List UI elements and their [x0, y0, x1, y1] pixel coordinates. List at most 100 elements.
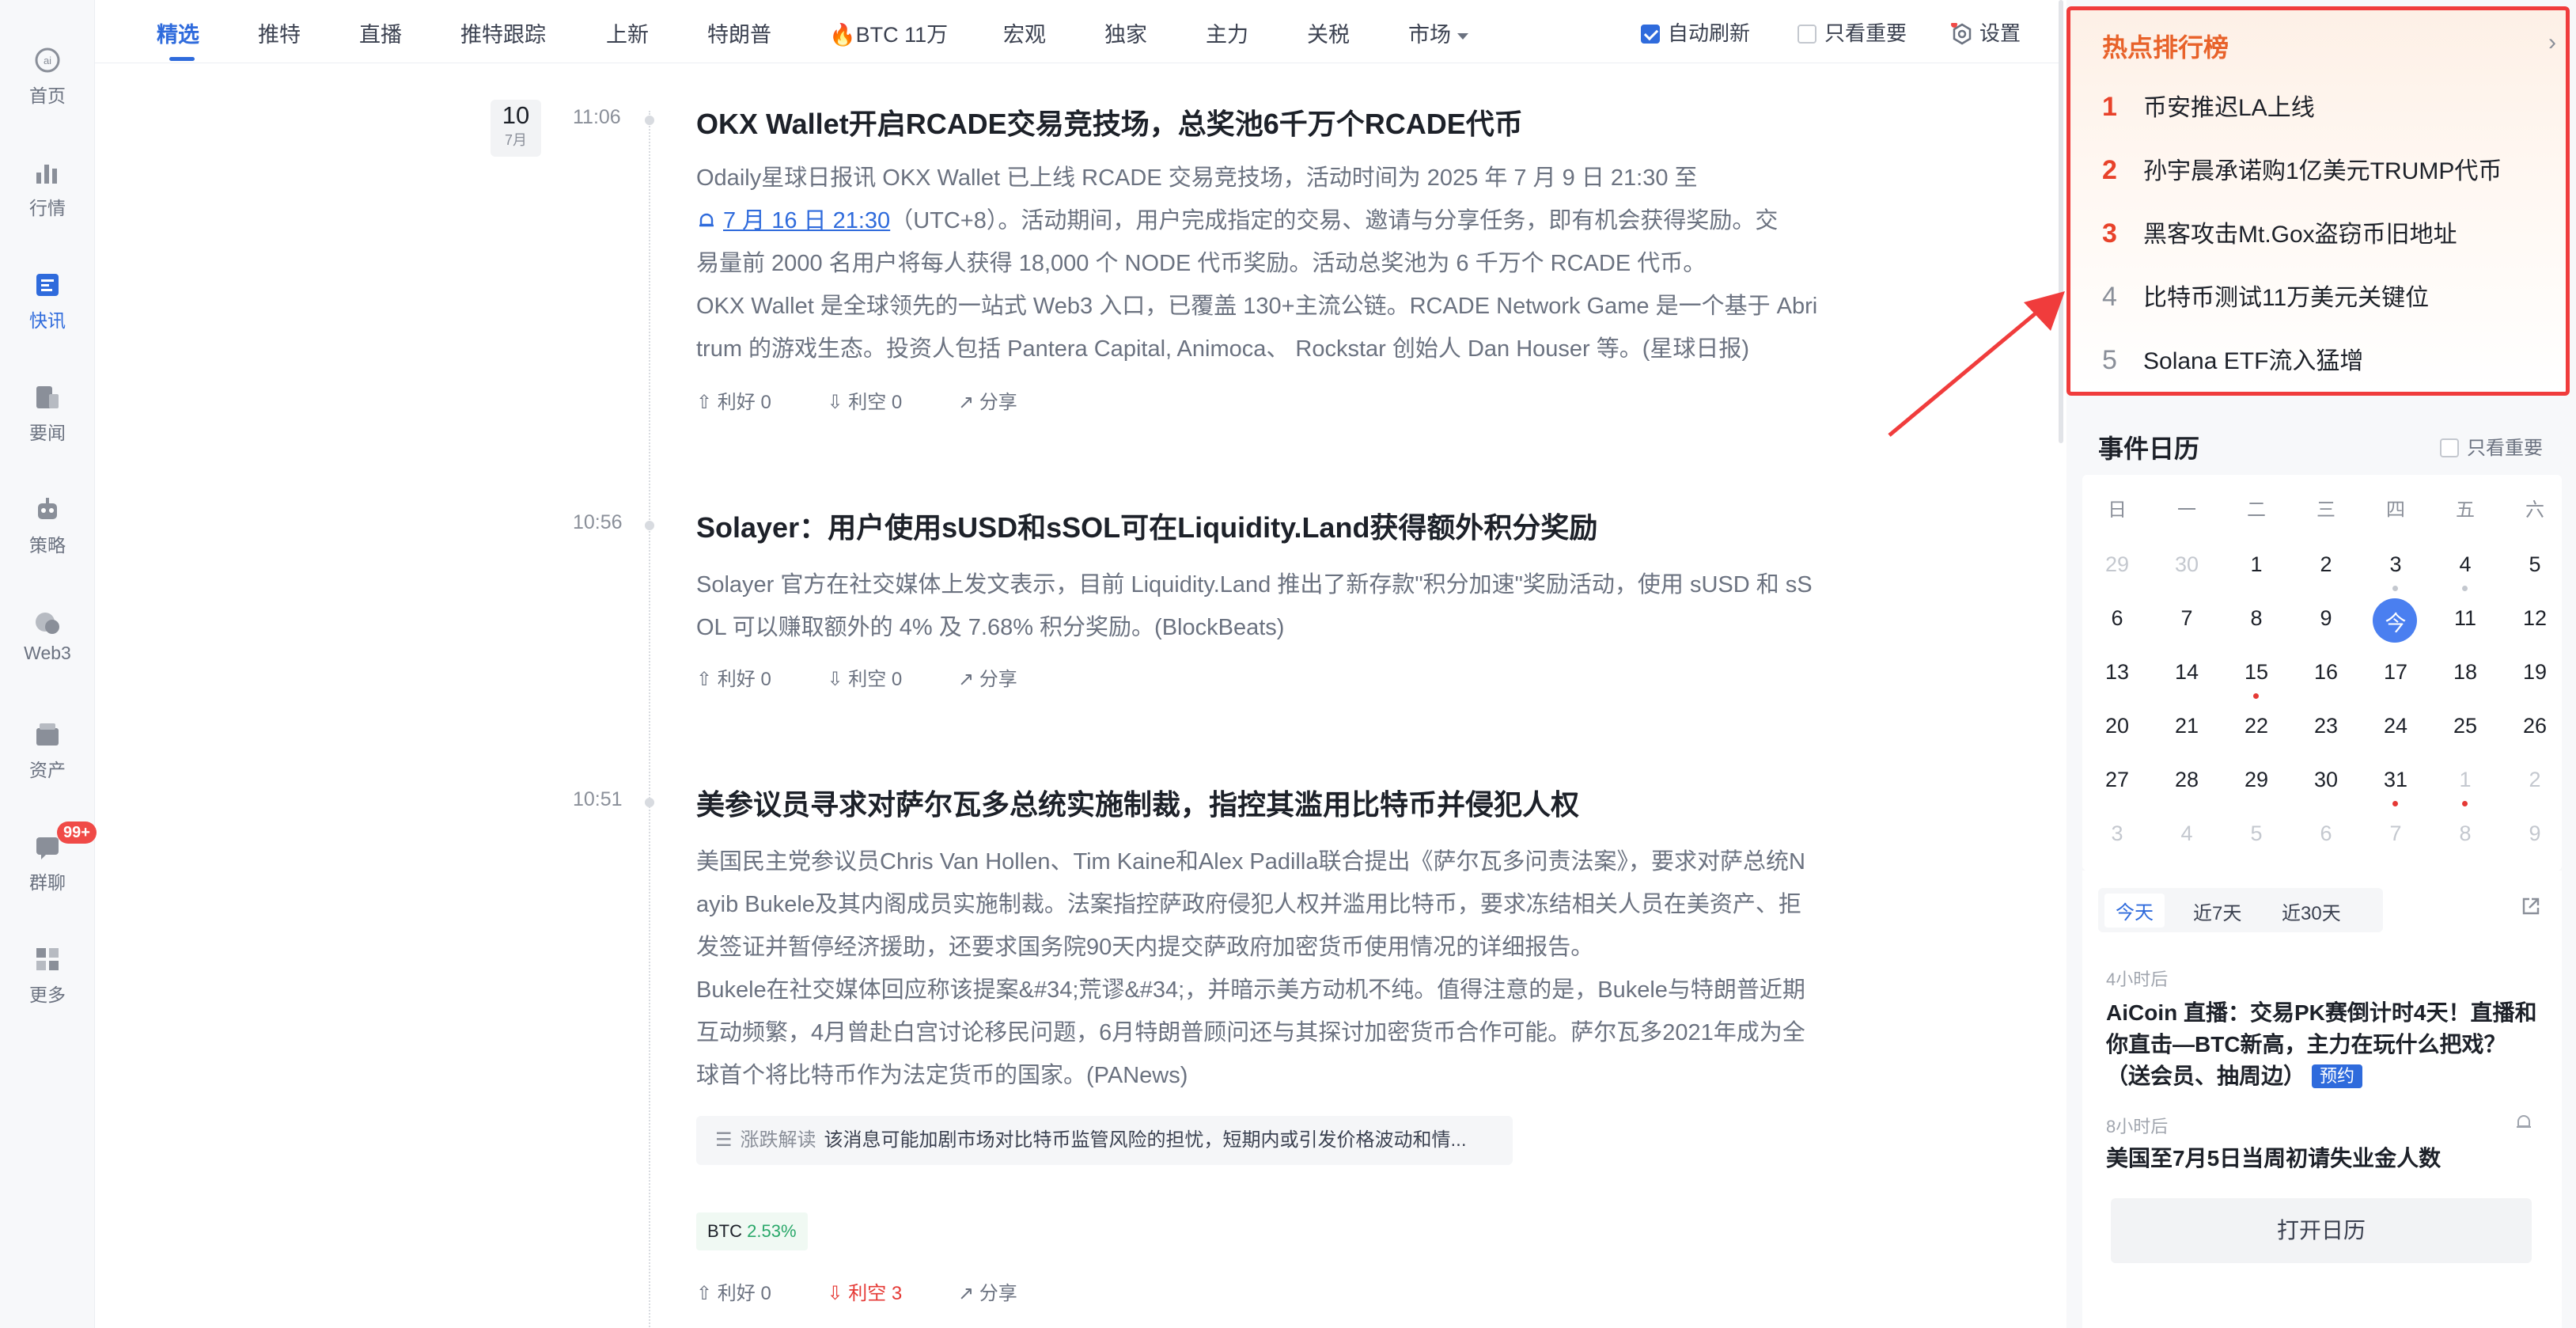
calendar-day[interactable]: 28 — [2155, 768, 2218, 792]
calendar-day[interactable]: 21 — [2155, 714, 2218, 738]
external-link-icon[interactable] — [2521, 896, 2541, 916]
price-analysis-bar[interactable]: ☰ 涨跌解读 该消息可能加剧市场对比特币监管风险的担忧，短期内或引发价格波动和情..… — [696, 1116, 1513, 1165]
settings-button[interactable]: 设置 — [1951, 17, 2021, 47]
calendar-day[interactable]: 25 — [2434, 714, 2497, 738]
tab-twitter[interactable]: 推特 — [258, 17, 301, 48]
calendar-day[interactable]: 23 — [2294, 714, 2358, 738]
calendar-day[interactable]: 9 — [2503, 821, 2567, 846]
calendar-day[interactable]: 8 — [2434, 821, 2497, 846]
coin-tag-btc[interactable]: BTC 2.53% — [696, 1212, 808, 1250]
tab-macro[interactable]: 宏观 — [1003, 17, 1046, 48]
event-title[interactable]: AiCoin 直播：交易PK赛倒计时4天！直播和你直击—BTC新高，主力在玩什么… — [2106, 997, 2549, 1092]
calendar-day[interactable]: 2 — [2294, 552, 2358, 577]
nav-item-chat[interactable]: 99+ 群聊 — [0, 821, 97, 894]
calendar-day[interactable]: 6 — [2294, 821, 2358, 846]
tab-btc-110k[interactable]: 🔥BTC 11万 — [829, 17, 948, 48]
calendar-day[interactable]: 7 — [2155, 606, 2218, 631]
hot-item[interactable]: 3 黑客攻击Mt.Gox盗窃币旧地址 — [2102, 214, 2457, 249]
tab-today[interactable]: 今天 — [2104, 894, 2165, 928]
calendar-day[interactable]: 14 — [2155, 660, 2218, 685]
calendar-day[interactable]: 18 — [2434, 660, 2497, 685]
news-title[interactable]: OKX Wallet开启RCADE交易竞技场，总奖池6千万个RCADE代币 — [696, 101, 1523, 142]
tab-tariffs[interactable]: 关税 — [1307, 17, 1350, 48]
hot-ranking-title[interactable]: 热点排行榜 — [2102, 28, 2229, 64]
calendar-day[interactable]: 5 — [2225, 821, 2288, 846]
calendar-day[interactable]: 7 — [2364, 821, 2427, 846]
nav-item-flash-news[interactable]: 快讯 — [0, 269, 95, 332]
calendar-day[interactable]: 2 — [2503, 768, 2567, 792]
calendar-day[interactable]: 19 — [2503, 660, 2567, 685]
share-button[interactable]: ↗ 分享 — [958, 1277, 1017, 1305]
calendar-day[interactable]: 5 — [2503, 552, 2567, 577]
alarm-bell-icon[interactable] — [696, 211, 717, 231]
news-title[interactable]: 美参议员寻求对萨尔瓦多总统实施制裁，指控其滥用比特币并侵犯人权 — [696, 782, 1579, 823]
calendar-day-today[interactable]: 今 — [2364, 606, 2427, 637]
hot-item[interactable]: 1 币安推迟LA上线 — [2102, 88, 2315, 123]
chevron-right-icon[interactable]: › — [2548, 29, 2556, 56]
auto-refresh-toggle[interactable]: 自动刷新 — [1641, 17, 1750, 47]
calendar-day[interactable]: 15 — [2225, 660, 2288, 685]
tab-whales[interactable]: 主力 — [1206, 17, 1248, 48]
nav-item-more[interactable]: 更多 — [0, 943, 95, 1007]
hot-item[interactable]: 2 孙宇晨承诺购1亿美元TRUMP代币 — [2102, 151, 2502, 186]
calendar-day[interactable]: 29 — [2085, 552, 2149, 577]
calendar-day[interactable]: 4 — [2155, 821, 2218, 846]
calendar-day[interactable]: 13 — [2085, 660, 2149, 685]
calendar-day[interactable]: 22 — [2225, 714, 2288, 738]
event-title[interactable]: 美国至7月5日当周初请失业金人数 — [2106, 1143, 2549, 1174]
calendar-day[interactable]: 27 — [2085, 768, 2149, 792]
open-calendar-button[interactable]: 打开日历 — [2111, 1198, 2532, 1263]
calendar-day[interactable]: 17 — [2364, 660, 2427, 685]
nav-item-web3[interactable]: Web3 — [0, 606, 95, 664]
nav-item-home[interactable]: ai 首页 — [0, 44, 95, 108]
calendar-day[interactable]: 9 — [2294, 606, 2358, 631]
tab-7-days[interactable]: 近7天 — [2193, 897, 2241, 925]
calendar-day[interactable]: 11 — [2434, 606, 2497, 631]
calendar-day[interactable]: 30 — [2294, 768, 2358, 792]
auto-refresh-checkbox[interactable] — [1641, 25, 1660, 44]
hot-item[interactable]: 4 比特币测试11万美元关键位 — [2102, 278, 2429, 313]
tab-new-listings[interactable]: 上新 — [606, 17, 649, 48]
share-button[interactable]: ↗ 分享 — [958, 663, 1017, 691]
tab-exclusive[interactable]: 独家 — [1104, 17, 1147, 48]
calendar-only-important-checkbox[interactable] — [2440, 438, 2459, 457]
share-button[interactable]: ↗ 分享 — [958, 386, 1017, 414]
calendar-day[interactable]: 24 — [2364, 714, 2427, 738]
tab-twitter-tracking[interactable]: 推特跟踪 — [460, 17, 546, 48]
bullish-button[interactable]: ⇧ 利好 0 — [696, 386, 771, 414]
calendar-day[interactable]: 8 — [2225, 606, 2288, 631]
calendar-day[interactable]: 12 — [2503, 606, 2567, 631]
bearish-button[interactable]: ⇩ 利空 3 — [827, 1277, 902, 1305]
calendar-day[interactable]: 16 — [2294, 660, 2358, 685]
calendar-day[interactable]: 1 — [2434, 768, 2497, 792]
reserve-badge[interactable]: 预约 — [2312, 1064, 2363, 1088]
reminder-date-link[interactable]: 7 月 16 日 21:30 — [723, 208, 890, 233]
tab-30-days[interactable]: 近30天 — [2282, 897, 2341, 925]
calendar-day[interactable]: 1 — [2225, 552, 2288, 577]
calendar-only-important-toggle[interactable]: 只看重要 — [2440, 432, 2543, 460]
only-important-toggle[interactable]: 只看重要 — [1798, 17, 1907, 47]
calendar-day[interactable]: 26 — [2503, 714, 2567, 738]
tab-market-dropdown[interactable]: 市场 — [1408, 17, 1468, 48]
only-important-checkbox[interactable] — [1798, 25, 1816, 44]
bell-icon[interactable] — [2514, 1113, 2533, 1132]
calendar-day[interactable]: 3 — [2085, 821, 2149, 846]
calendar-day[interactable]: 3 — [2364, 552, 2427, 577]
tab-featured[interactable]: 精选 — [157, 17, 199, 48]
news-title[interactable]: Solayer：用户使用sUSD和sSOL可在Liquidity.Land获得额… — [696, 505, 1597, 546]
nav-item-assets[interactable]: 资产 — [0, 719, 95, 782]
bearish-button[interactable]: ⇩ 利空 0 — [827, 663, 902, 691]
nav-item-strategy[interactable]: 策略 — [0, 494, 95, 557]
calendar-day[interactable]: 30 — [2155, 552, 2218, 577]
nav-item-market[interactable]: 行情 — [0, 157, 95, 220]
calendar-day[interactable]: 6 — [2085, 606, 2149, 631]
tab-trump[interactable]: 特朗普 — [707, 17, 771, 48]
nav-item-headlines[interactable]: 要闻 — [0, 381, 95, 445]
calendar-day[interactable]: 31 — [2364, 768, 2427, 792]
calendar-day[interactable]: 4 — [2434, 552, 2497, 577]
hot-item[interactable]: 5 Solana ETF流入猛增 — [2102, 341, 2363, 376]
bearish-button[interactable]: ⇩ 利空 0 — [827, 386, 902, 414]
tab-live[interactable]: 直播 — [359, 17, 402, 48]
bullish-button[interactable]: ⇧ 利好 0 — [696, 1277, 771, 1305]
calendar-day[interactable]: 20 — [2085, 714, 2149, 738]
